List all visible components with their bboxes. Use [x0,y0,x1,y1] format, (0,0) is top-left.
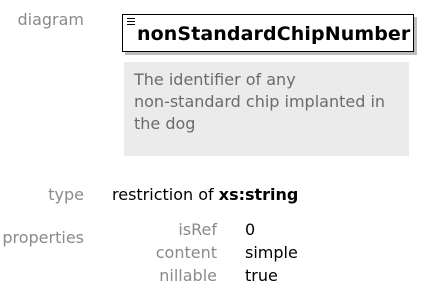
type-base-link[interactable]: xs:string [219,185,299,204]
property-row: nillable true [0,266,433,286]
annotation-line: the dog [134,114,196,133]
property-value: 0 [245,220,256,239]
element-name: nonStandardChipNumber [137,23,411,45]
property-key: content [155,243,217,262]
property-value: true [245,266,278,285]
property-row: isRef 0 [0,220,433,240]
property-key: isRef [178,220,217,239]
property-key: nillable [159,266,217,285]
type-value: restriction of xs:string [112,185,298,204]
diagram-label: diagram [17,10,84,29]
type-prefix: restriction of [112,185,219,204]
element-diagram-box: nonStandardChipNumber [122,14,414,52]
element-annotation: The identifier of any non-standard chip … [124,62,409,156]
property-value: simple [245,243,298,262]
annotation-line: The identifier of any [134,70,296,89]
property-row: content simple [0,243,433,263]
annotation-line: non-standard chip implanted in [134,92,386,111]
type-label: type [48,185,84,204]
element-content-icon [127,18,135,25]
